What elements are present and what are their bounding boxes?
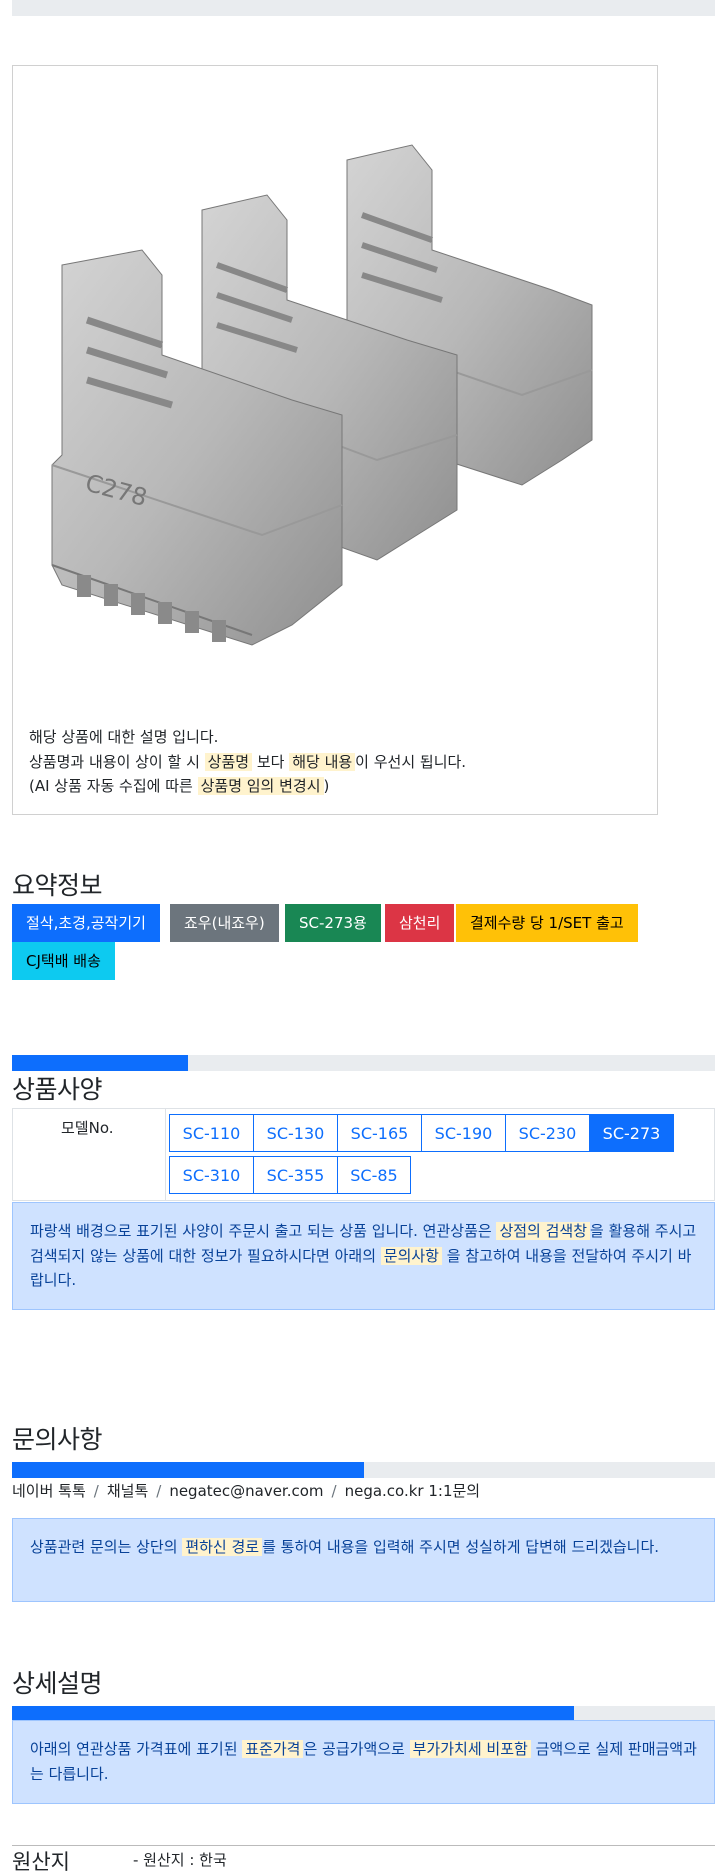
product-description: 해당 상품에 대한 설명 입니다. 상품명과 내용이 상이 할 시 상품명 보다… (29, 725, 466, 799)
badge-model[interactable]: SC-273용 (285, 904, 381, 942)
origin-value: - 원산지 : 한국 (133, 1851, 227, 1869)
origin-divider (12, 1845, 715, 1846)
model-option-sc-165[interactable]: SC-165 (337, 1114, 422, 1152)
inquiry-progress-fill (12, 1462, 364, 1478)
model-option-sc-110[interactable]: SC-110 (169, 1114, 254, 1152)
contact-list: 네이버 톡톡 / 채널톡 / negatec@naver.com / nega.co.kr … (12, 1482, 481, 1500)
highlight-content: 해당 내용 (289, 752, 356, 771)
highlight-store-search: 상점의 검색창 (496, 1222, 591, 1240)
specs-progress (12, 1055, 715, 1071)
model-option-sc-85[interactable]: SC-85 (337, 1156, 411, 1194)
model-option-sc-310[interactable]: SC-310 (169, 1156, 254, 1194)
highlight-vat-excluded: 부가가치세 비포함 (409, 1740, 531, 1758)
origin-title: 원산지 (12, 1850, 70, 1874)
badge-brand[interactable]: 삼천리 (385, 904, 455, 942)
highlight-product-name: 상품명 (204, 752, 253, 771)
contact-email[interactable]: negatec@naver.com (169, 1482, 323, 1500)
specs-progress-fill (12, 1055, 188, 1071)
model-label: 모델No. (61, 1119, 114, 1137)
spec-table-divider (165, 1109, 166, 1200)
badge-category[interactable]: 절삭,초경,공작기기 (12, 904, 160, 942)
contact-naver-talktalk[interactable]: 네이버 톡톡 (12, 1482, 86, 1500)
description-line-1: 해당 상품에 대한 설명 입니다. (29, 728, 219, 746)
top-bar (12, 0, 715, 16)
badge-quantity[interactable]: 결제수량 당 1/SET 출고 (456, 904, 638, 942)
model-option-sc-130[interactable]: SC-130 (253, 1114, 338, 1152)
detail-title: 상세설명 (12, 1669, 103, 1698)
inquiry-notice: 상품관련 문의는 상단의 편하신 경로 를 통하여 내용을 입력해 주시면 성실하… (12, 1518, 715, 1602)
model-option-sc-355[interactable]: SC-355 (253, 1156, 338, 1194)
highlight-preferred-channel: 편하신 경로 (182, 1538, 263, 1556)
specs-title: 상품사양 (12, 1075, 103, 1104)
inquiry-title: 문의사항 (12, 1425, 103, 1454)
spec-table: 모델No. SC-110 SC-130 SC-165 SC-190 SC-230… (12, 1108, 715, 1201)
highlight-standard-price: 표준가격 (242, 1740, 304, 1758)
contact-channel-talk[interactable]: 채널톡 (107, 1482, 148, 1500)
model-option-sc-190[interactable]: SC-190 (421, 1114, 506, 1152)
product-image: C278 C278 C278 (51, 144, 593, 646)
highlight-inquiry: 문의사항 (380, 1246, 442, 1265)
detail-notice: 아래의 연관상품 가격표에 표기된 표준가격 은 공급가액으로 부가가치세 비포함… (12, 1720, 715, 1804)
description-line-3: (AI 상품 자동 수집에 따른 상품명 임의 변경시) (29, 777, 330, 795)
specs-notice: 파랑색 배경으로 표기된 사양이 주문시 출고 되는 상품 입니다. 연관상품은… (12, 1202, 715, 1310)
badge-type[interactable]: 죠우(내죠우) (170, 904, 279, 942)
model-option-sc-230[interactable]: SC-230 (505, 1114, 590, 1152)
model-option-sc-273[interactable]: SC-273 (589, 1114, 674, 1152)
badge-shipping[interactable]: CJ택배 배송 (12, 942, 115, 980)
summary-title: 요약정보 (12, 871, 103, 900)
highlight-name-change: 상품명 임의 변경시 (197, 777, 324, 795)
description-line-2: 상품명과 내용이 상이 할 시 상품명 보다 해당 내용 이 우선시 됩니다. (29, 752, 467, 771)
contact-site-inquiry[interactable]: nega.co.kr 1:1문의 (345, 1482, 481, 1500)
inquiry-progress (12, 1462, 715, 1478)
